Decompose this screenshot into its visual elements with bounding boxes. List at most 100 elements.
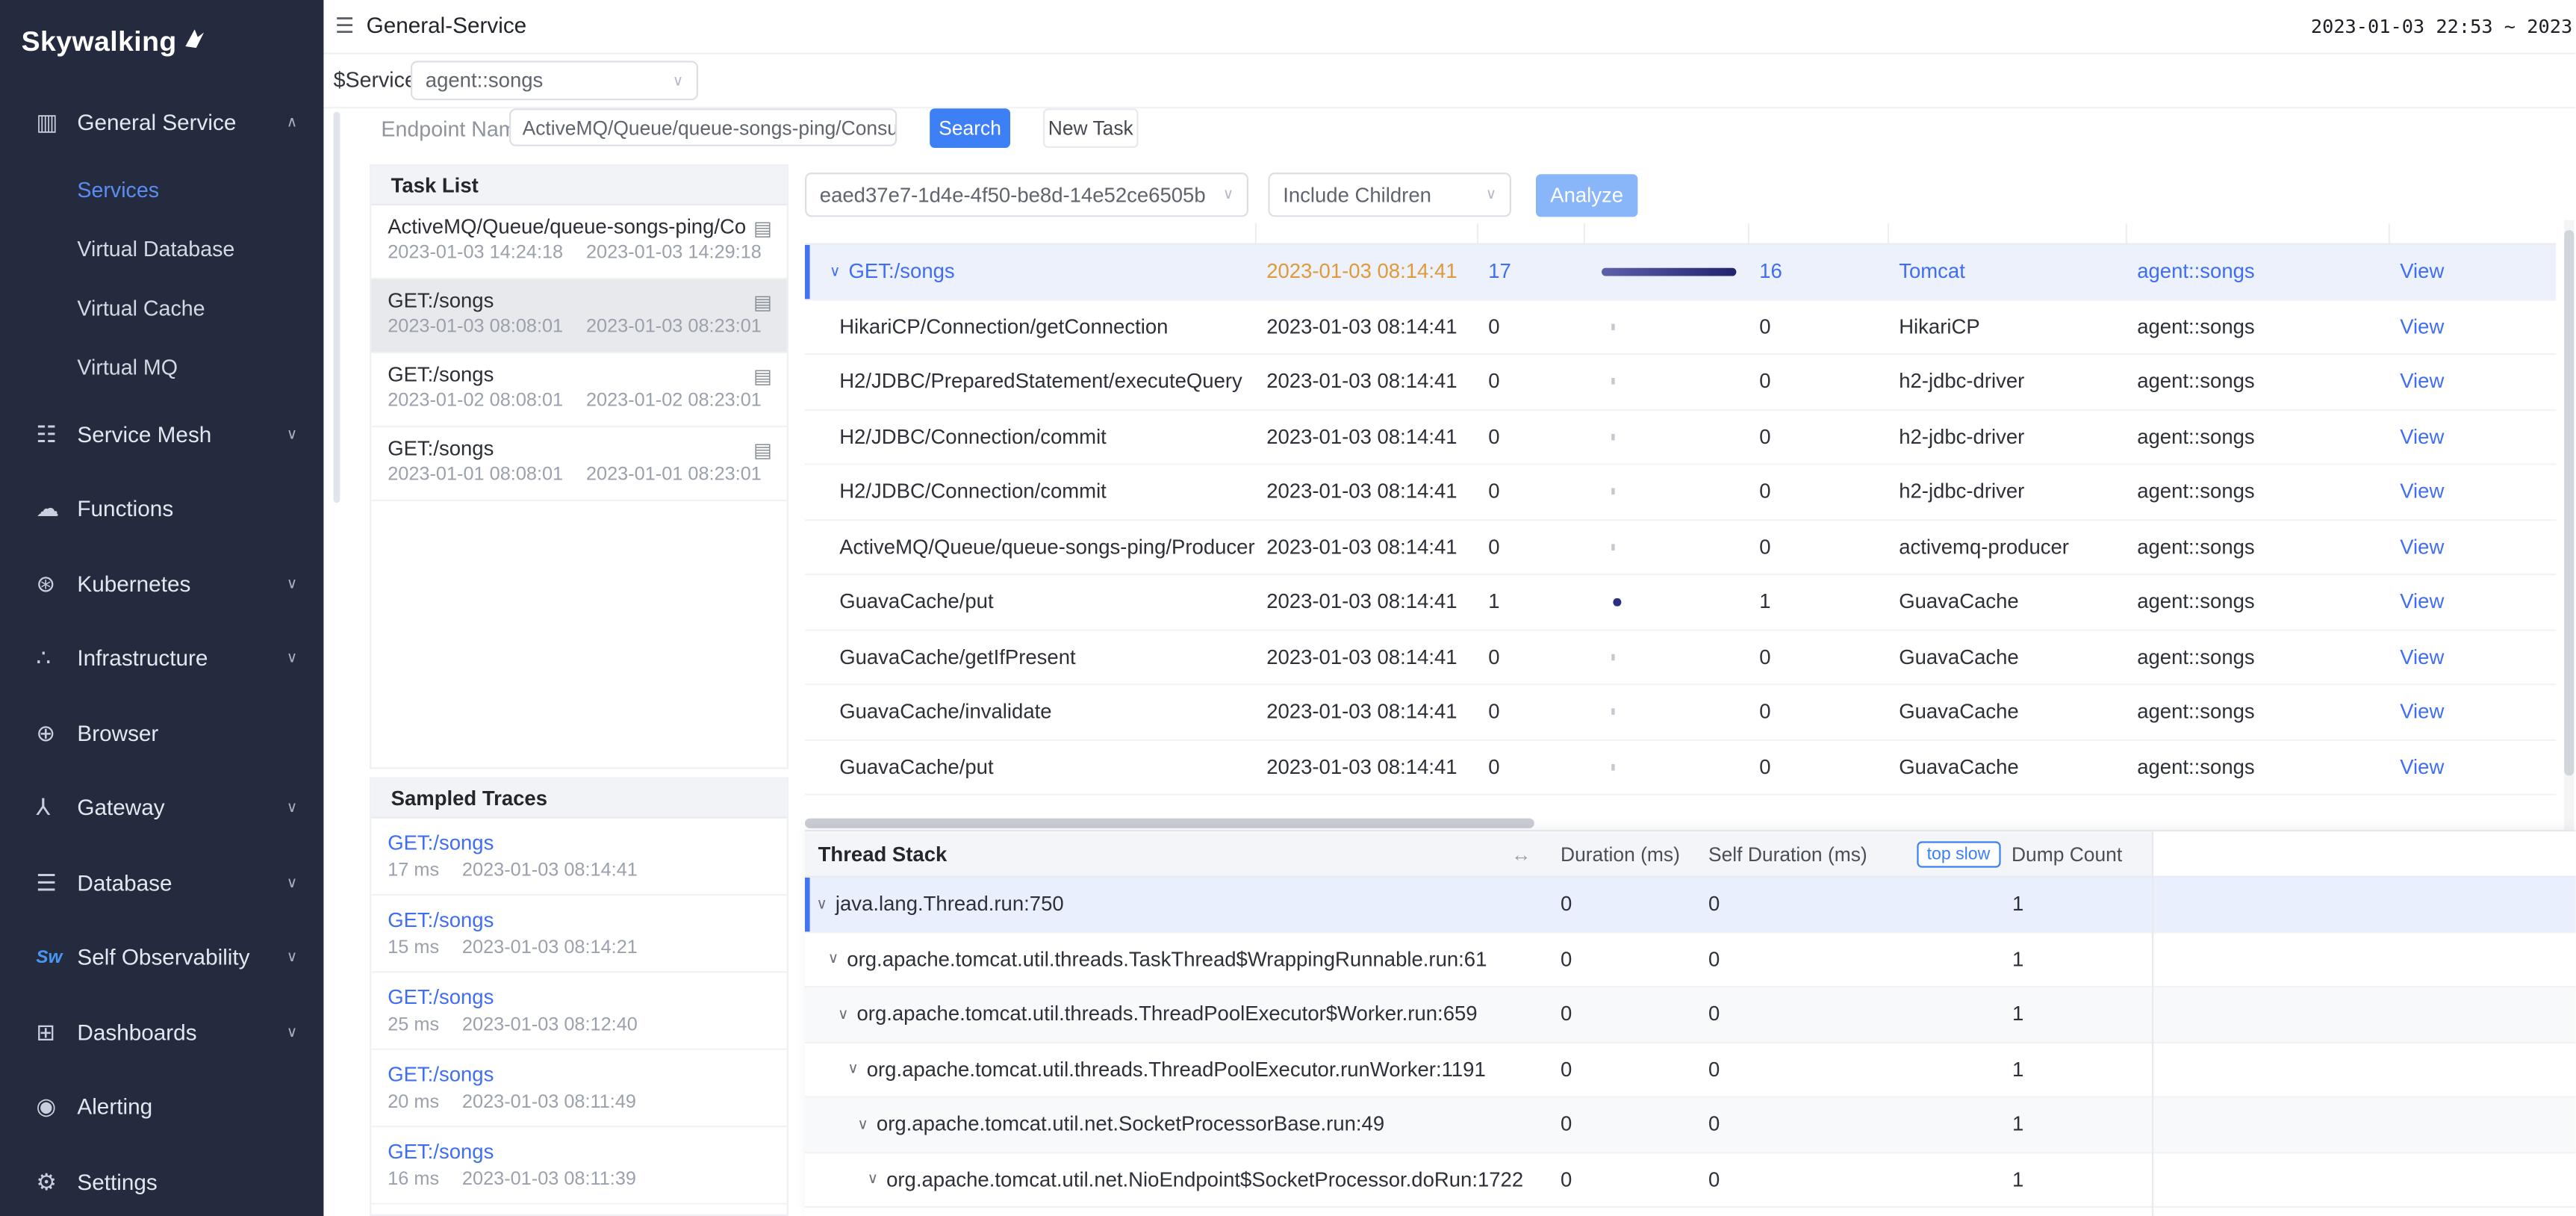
view-link[interactable]: View	[2390, 590, 2556, 613]
span-row[interactable]: ActiveMQ/Queue/queue-songs-ping/Producer…	[805, 520, 2556, 575]
span-row[interactable]: HikariCP/Connection/getConnection 2023-0…	[805, 300, 2556, 356]
trace-list-item[interactable]: GET:/songs 17 ms 2023-01-03 08:14:41	[371, 819, 787, 896]
trace-time: 2023-01-03 08:11:49	[462, 1093, 636, 1112]
trace-time: 2023-01-03 08:11:39	[462, 1170, 636, 1189]
time-range-picker[interactable]: 2023-01-03 22:53 ~ 2023	[2311, 15, 2572, 38]
view-link[interactable]: View	[2390, 370, 2556, 394]
thread-stack-row[interactable]: ∨org.apache.tomcat.util.net.SocketProces…	[805, 1098, 2576, 1153]
new-task-button[interactable]: New Task	[1043, 108, 1139, 148]
sidebar-item-label: General Service	[77, 111, 236, 135]
zero-duration-tick	[1611, 488, 1614, 495]
trace-list-item[interactable]: GET:/songs 16 ms 2023-01-03 08:11:39	[371, 1127, 787, 1204]
sidebar-item-services[interactable]: Services	[0, 161, 323, 220]
span-row[interactable]: H2/JDBC/PreparedStatement/executeQuery 2…	[805, 355, 2556, 410]
resize-icon[interactable]: ↔	[1511, 843, 1544, 866]
view-link[interactable]: View	[2390, 701, 2556, 724]
task-dates: 2023-01-03 08:08:01 2023-01-03 08:23:01	[388, 317, 771, 337]
span-count2-link[interactable]: 16	[1749, 260, 1889, 283]
span-time: 2023-01-03 08:14:41	[1257, 536, 1478, 559]
task-log-icon[interactable]: ▤	[753, 438, 772, 462]
view-link[interactable]: View	[2390, 260, 2556, 283]
sidebar-item-kubernetes[interactable]: ⊛ Kubernetes ∨	[0, 547, 323, 621]
table-horizontal-scrollbar-thumb[interactable]	[805, 819, 1534, 828]
sidebar-item-self-observability[interactable]: Sw Self Observability ∨	[0, 920, 323, 995]
span-service-link[interactable]: agent::songs	[2127, 260, 2390, 283]
thread-stack-row[interactable]: ∨org.apache.tomcat.util.threads.TaskThre…	[805, 933, 2576, 988]
endpoint-name-input[interactable]: ActiveMQ/Queue/queue-songs-ping/Consumer	[509, 108, 897, 146]
view-link[interactable]: View	[2390, 755, 2556, 778]
task-list-item[interactable]: GET:/songs ▤ 2023-01-02 08:08:01 2023-01…	[371, 353, 787, 427]
collapse-caret-icon[interactable]: ∨	[828, 950, 839, 968]
sidebar-item-gateway[interactable]: ⅄ Gateway ∨	[0, 771, 323, 846]
include-children-select[interactable]: Include Children ∨	[1268, 173, 1511, 217]
sidebar-item-infrastructure[interactable]: ∴ Infrastructure ∨	[0, 621, 323, 696]
trace-id-select[interactable]: eaed37e7-1d4e-4f50-be8d-14e52ce6505b ∨	[805, 173, 1248, 217]
task-log-icon[interactable]: ▤	[753, 217, 772, 240]
search-button[interactable]: Search	[930, 108, 1010, 148]
bar-chart-icon: ▥	[36, 109, 77, 137]
frame-dump-count: 1	[1905, 1058, 2152, 1081]
sidebar-item-browser[interactable]: ⊕ Browser	[0, 696, 323, 771]
thread-stack-row[interactable]: ∨org.apache.tomcat.util.threads.ThreadPo…	[805, 987, 2576, 1043]
expand-caret-icon[interactable]: ∨	[830, 262, 841, 280]
task-list-header: Task List	[371, 166, 787, 205]
task-list-item[interactable]: ActiveMQ/Queue/queue-songs-ping/Consumer…	[371, 205, 787, 279]
frame-duration: 0	[1544, 1113, 1700, 1136]
thread-stack-row-selected[interactable]: ∨java.lang.Thread.run:750 0 0 1	[805, 878, 2576, 933]
thread-stack-row[interactable]: ∨org.apache.tomcat.util.threads.ThreadPo…	[805, 1043, 2576, 1098]
span-row[interactable]: H2/JDBC/Connection/commit 2023-01-03 08:…	[805, 465, 2556, 521]
span-component-link[interactable]: Tomcat	[1889, 260, 2127, 283]
view-link[interactable]: View	[2390, 536, 2556, 559]
span-row[interactable]: GuavaCache/invalidate 2023-01-03 08:14:4…	[805, 685, 2556, 740]
span-row[interactable]: GuavaCache/put 2023-01-03 08:14:41 1 1 G…	[805, 575, 2556, 630]
collapse-caret-icon[interactable]: ∨	[868, 1170, 879, 1188]
sidebar-item-service-mesh[interactable]: ☷ Service Mesh ∨	[0, 397, 323, 471]
span-service: agent::songs	[2127, 425, 2390, 448]
trace-list-item[interactable]: GET:/songs 25 ms 2023-01-03 08:12:40	[371, 973, 787, 1049]
view-link[interactable]: View	[2390, 425, 2556, 448]
collapse-caret-icon[interactable]: ∨	[857, 1115, 868, 1133]
task-list-item[interactable]: GET:/songs ▤ 2023-01-01 08:08:01 2023-01…	[371, 427, 787, 501]
span-row[interactable]: GuavaCache/put 2023-01-03 08:14:41 0 0 G…	[805, 740, 2556, 795]
top-header: ☰ General-Service 2023-01-03 22:53 ~ 202…	[323, 0, 2575, 55]
view-link[interactable]: View	[2390, 315, 2556, 338]
span-row[interactable]: GuavaCache/getIfPresent 2023-01-03 08:14…	[805, 630, 2556, 686]
task-log-icon[interactable]: ▤	[753, 291, 772, 314]
task-list-item-selected[interactable]: GET:/songs ▤ 2023-01-03 08:08:01 2023-01…	[371, 279, 787, 353]
sidebar-item-functions[interactable]: ☁ Functions	[0, 471, 323, 546]
service-select[interactable]: agent::songs ∨	[411, 61, 698, 100]
col-sep	[2127, 223, 2390, 243]
span-name-link[interactable]: GET:/songs	[849, 260, 955, 283]
trace-list-item[interactable]: GET:/songs 15 ms 2023-01-03 08:14:21	[371, 896, 787, 973]
sidebar-item-settings[interactable]: ⚙ Settings	[0, 1144, 323, 1216]
span-time: 2023-01-03 08:14:41	[1257, 755, 1478, 778]
span-row-selected[interactable]: ∨GET:/songs 2023-01-03 08:14:41 17 16 To…	[805, 245, 2556, 300]
view-link[interactable]: View	[2390, 645, 2556, 669]
sidebar-item-virtual-cache[interactable]: Virtual Cache	[0, 279, 323, 338]
trace-list-item[interactable]: GET:/songs 20 ms 2023-01-03 08:11:49	[371, 1050, 787, 1127]
sidebar-item-dashboards[interactable]: ⊞ Dashboards ∨	[0, 995, 323, 1070]
thread-stack-row[interactable]: ∨org.apache.tomcat.util.net.NioEndpoint$…	[805, 1153, 2576, 1208]
top-slow-toggle[interactable]: top slow	[1917, 840, 2000, 866]
sidebar-item-general-service[interactable]: ▥ General Service ∧	[0, 85, 323, 160]
span-count-link[interactable]: 17	[1478, 260, 1585, 283]
zero-duration-tick	[1611, 433, 1614, 440]
task-log-icon[interactable]: ▤	[753, 365, 772, 388]
analyze-button[interactable]: Analyze	[1536, 174, 1637, 217]
right-scrollbar-thumb[interactable]	[2564, 230, 2574, 775]
sidebar-item-database[interactable]: ☰ Database ∨	[0, 846, 323, 920]
collapse-caret-icon[interactable]: ∨	[838, 1005, 849, 1023]
sidebar-item-alerting[interactable]: ◉ Alerting	[0, 1070, 323, 1144]
menu-toggle-icon[interactable]: ☰	[335, 13, 355, 40]
span-row[interactable]: H2/JDBC/Connection/commit 2023-01-03 08:…	[805, 410, 2556, 465]
span-name: ActiveMQ/Queue/queue-songs-ping/Producer	[839, 536, 1254, 559]
content-scrollbar-thumb[interactable]	[334, 112, 340, 503]
span-count2: 0	[1749, 755, 1889, 778]
sidebar-item-virtual-mq[interactable]: Virtual MQ	[0, 338, 323, 397]
span-name: GuavaCache/put	[839, 755, 993, 778]
collapse-caret-icon[interactable]: ∨	[847, 1061, 859, 1079]
span-time: 2023-01-03 08:14:41	[1257, 480, 1478, 503]
collapse-caret-icon[interactable]: ∨	[816, 895, 827, 913]
view-link[interactable]: View	[2390, 480, 2556, 503]
sidebar-item-virtual-database[interactable]: Virtual Database	[0, 220, 323, 279]
